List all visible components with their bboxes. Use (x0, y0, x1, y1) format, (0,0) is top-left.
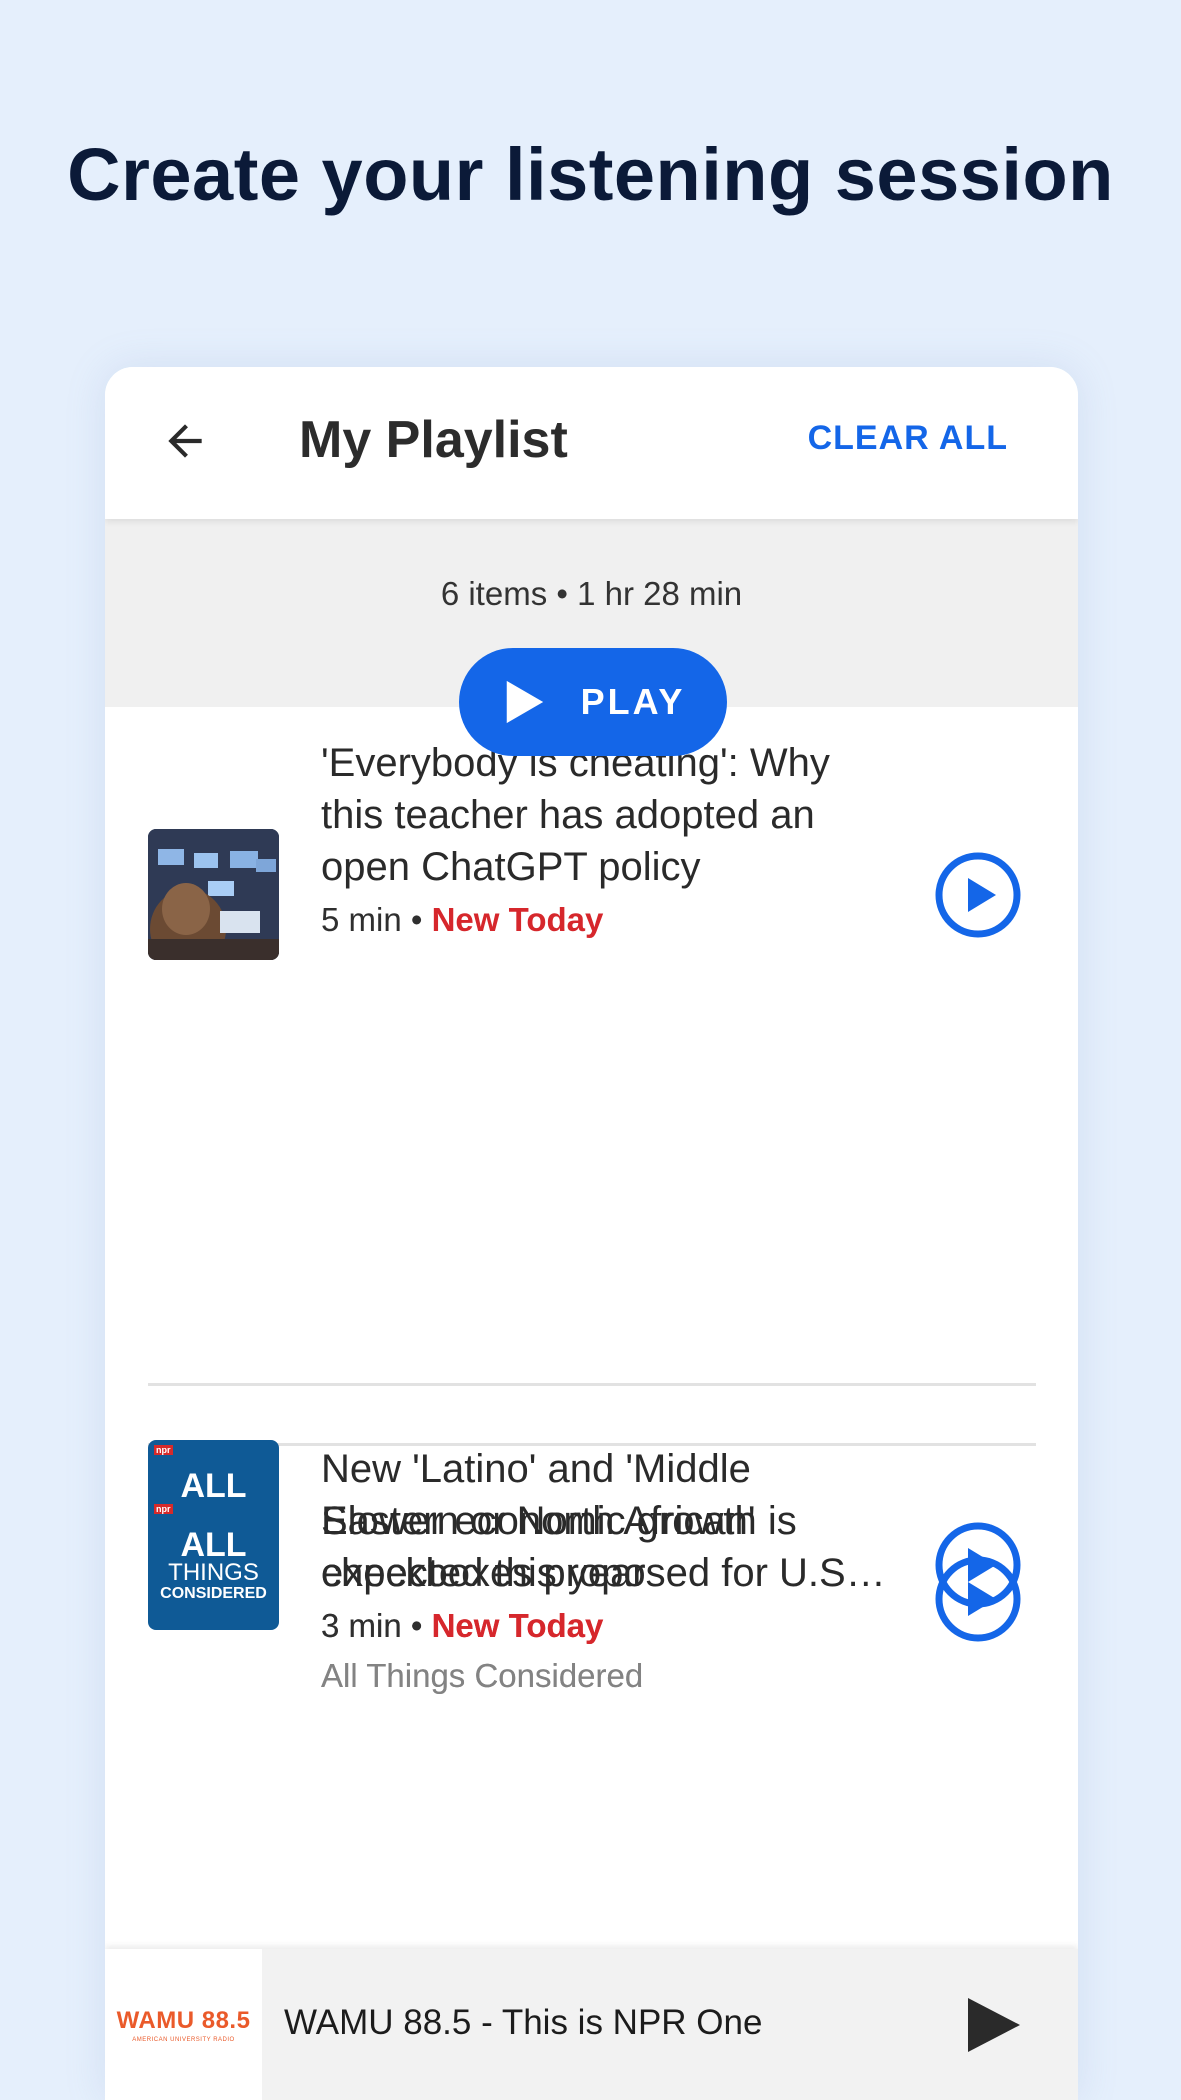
playlist-summary-text: 6 items • 1 hr 28 min (440, 575, 743, 612)
npr-logo: npr (154, 1504, 173, 1514)
classroom-photo (148, 829, 279, 960)
meta-separator: • (401, 1607, 432, 1644)
playlist-item-body: New 'Latino' and 'Middle Eastern or Nort… (321, 1443, 886, 1695)
atc-logo-line1: ALL (180, 1467, 247, 1505)
item-meta: 5 min • New Today (321, 901, 886, 939)
all-things-considered-thumbnail: npr ALL THINGS CONSIDERED (148, 1499, 279, 1630)
player-play-icon[interactable] (963, 1995, 1023, 2055)
item-title: 'Everybody is cheating': Why this teache… (321, 741, 830, 889)
item-status: New Today (431, 1607, 604, 1644)
atc-logo-line1: ALL (180, 1526, 247, 1564)
item-program: All Things Considered (321, 1657, 644, 1694)
item-status: New Today (431, 901, 604, 938)
item-duration: 3 min (321, 1607, 402, 1644)
npr-logo: npr (154, 1445, 173, 1455)
playlist-screen: My Playlist CLEAR ALL 6 items • 1 hr 28 … (105, 367, 1078, 2100)
page-title: My Playlist (299, 411, 568, 469)
playlist-item-body: 'Everybody is cheating': Why this teache… (321, 737, 886, 939)
play-icon (506, 680, 543, 724)
station-logo-text: WAMU 88.5 (116, 2006, 251, 2034)
now-playing-bar[interactable]: WAMU 88.5 AMERICAN UNIVERSITY RADIO WAMU… (105, 1949, 1078, 2100)
item-title: New 'Latino' and 'Middle Eastern or Nort… (321, 1447, 857, 1595)
headline: Create your listening session (67, 133, 1114, 216)
station-logo: WAMU 88.5 AMERICAN UNIVERSITY RADIO (105, 1949, 262, 2100)
item-duration: 5 min (321, 901, 402, 938)
back-arrow-icon (168, 424, 202, 458)
station-logo-subtext: AMERICAN UNIVERSITY RADIO (132, 2036, 235, 2043)
atc-logo-line2: THINGS (168, 1559, 259, 1586)
classroom-photo-thumbnail (148, 829, 279, 960)
station-name: WAMU 88.5 - This is NPR One (284, 2003, 763, 2042)
atc-logo-line3: CONSIDERED (160, 1585, 267, 1602)
playlist-item[interactable]: npr ALL THINGS CONSIDERED (105, 1013, 1078, 1571)
clear-all-button[interactable]: CLEAR ALL (808, 419, 1008, 458)
item-play-icon[interactable] (934, 851, 1022, 939)
item-meta: 3 min • New Today (321, 1607, 886, 1645)
back-button[interactable] (147, 403, 223, 479)
app-bar: My Playlist CLEAR ALL (105, 367, 1078, 519)
play-all-button[interactable]: PLAY (459, 648, 727, 756)
divider (148, 1383, 1036, 1386)
meta-separator: • (401, 901, 432, 938)
item-play-icon[interactable] (934, 1521, 1022, 1609)
play-all-label: PLAY (580, 681, 686, 722)
